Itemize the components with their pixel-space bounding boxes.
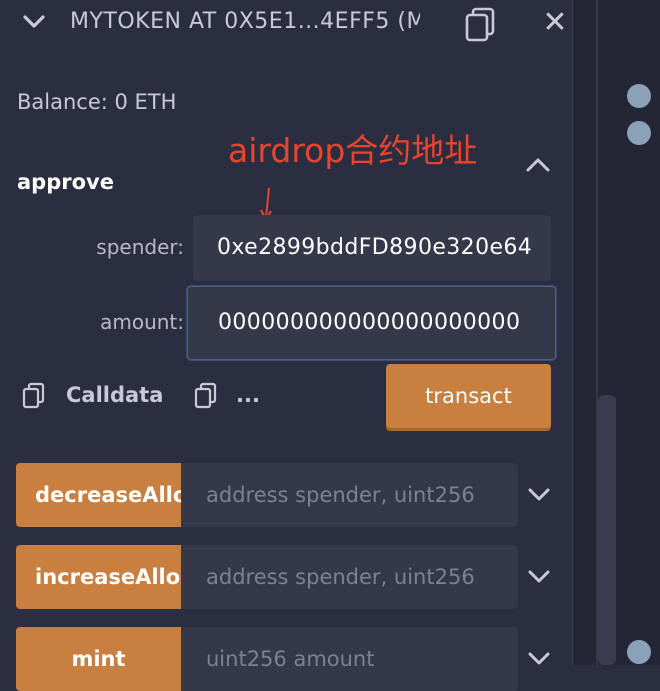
status-dot (627, 640, 651, 664)
mint-input[interactable]: uint256 amount (181, 627, 518, 691)
status-dot (627, 84, 651, 108)
calldata-label[interactable]: Calldata (66, 383, 163, 407)
annotation-text: airdrop合约地址 (228, 131, 478, 170)
copy-calldata-icon[interactable] (22, 382, 46, 410)
copy-parameters-icon[interactable] (194, 382, 218, 410)
chevron-up-icon[interactable] (524, 152, 552, 176)
mint-button[interactable]: mint (16, 627, 181, 691)
copy-icon[interactable] (464, 6, 498, 42)
increase-allowance-input[interactable]: address spender, uint256 (181, 545, 518, 609)
close-icon[interactable]: ✕ (540, 8, 570, 38)
amount-label: amount: (100, 310, 184, 334)
contract-header: MYTOKEN AT 0X5E1...4EFF5 (M ✕ (0, 0, 572, 46)
transact-button[interactable]: transact (386, 364, 551, 428)
chevron-down-icon[interactable] (526, 567, 552, 587)
amount-input[interactable]: 000000000000000000000 (187, 286, 556, 360)
deployed-contract-panel: MYTOKEN AT 0X5E1...4EFF5 (M ✕ Balance: 0… (0, 0, 572, 691)
spender-input[interactable]: 0xe2899bddFD890e320e64 (193, 215, 551, 281)
contract-title: MYTOKEN AT 0X5E1...4EFF5 (M (70, 9, 420, 34)
chevron-down-icon[interactable] (526, 649, 552, 669)
decrease-allowance-button[interactable]: decreaseAllowance (16, 463, 181, 527)
spender-label: spender: (96, 235, 184, 259)
approve-function-title: approve (17, 170, 114, 194)
chevron-down-icon[interactable] (526, 485, 552, 505)
more-label[interactable]: ... (236, 383, 260, 407)
chevron-down-icon[interactable] (22, 10, 46, 34)
balance-text: Balance: 0 ETH (17, 90, 177, 114)
scrollbar-thumb[interactable] (598, 395, 616, 665)
decrease-allowance-input[interactable]: address spender, uint256 (181, 463, 518, 527)
increase-allowance-button[interactable]: increaseAllowance (16, 545, 181, 609)
status-dot (627, 121, 651, 145)
